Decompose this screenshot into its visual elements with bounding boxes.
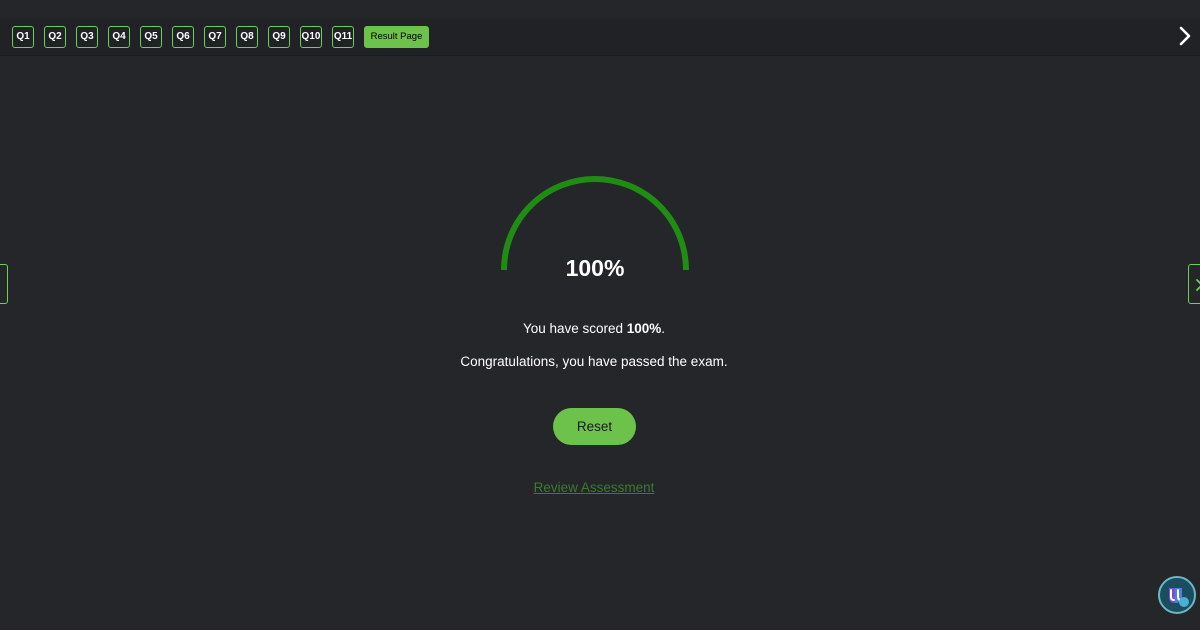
score-summary-suffix: . [661,321,666,336]
question-tab-q4[interactable]: Q4 [108,26,130,48]
assistant-bot-button[interactable] [1158,576,1196,614]
question-tab-q5[interactable]: Q5 [140,26,162,48]
score-summary-value: 100% [626,321,662,336]
tab-result-page[interactable]: Result Page [364,26,429,48]
result-page: Q1 Q2 Q3 Q4 Q5 Q6 Q7 Q8 Q9 Q10 Q11 Resul… [0,0,1200,630]
question-tab-q1[interactable]: Q1 [12,26,34,48]
question-tab-q3[interactable]: Q3 [76,26,98,48]
review-assessment-link[interactable]: Review Assessment [494,480,694,495]
close-icon [1196,279,1200,291]
question-tab-q9[interactable]: Q9 [268,26,290,48]
question-tab-q7[interactable]: Q7 [204,26,226,48]
score-summary: You have scored 100%. [400,321,788,336]
question-tab-q10[interactable]: Q10 [300,26,322,48]
chevron-right-icon [1179,26,1191,46]
question-tabs: Q1 Q2 Q3 Q4 Q5 Q6 Q7 Q8 Q9 Q10 Q11 Resul… [12,26,439,48]
question-navigation-bar: Q1 Q2 Q3 Q4 Q5 Q6 Q7 Q8 Q9 Q10 Q11 Resul… [0,18,1200,56]
reset-button[interactable]: Reset [553,408,636,445]
side-previous-tab[interactable] [0,264,8,304]
side-next-tab[interactable] [1188,264,1200,304]
assistant-avatar-icon [1161,579,1193,611]
question-tab-q2[interactable]: Q2 [44,26,66,48]
score-summary-prefix: You have scored [522,321,627,336]
question-tab-q11[interactable]: Q11 [332,26,354,48]
next-question-button[interactable] [1176,25,1194,47]
score-percentage: 100% [565,255,625,281]
pass-message: Congratulations, you have passed the exa… [460,354,728,369]
question-tab-q6[interactable]: Q6 [172,26,194,48]
question-tab-q8[interactable]: Q8 [236,26,258,48]
